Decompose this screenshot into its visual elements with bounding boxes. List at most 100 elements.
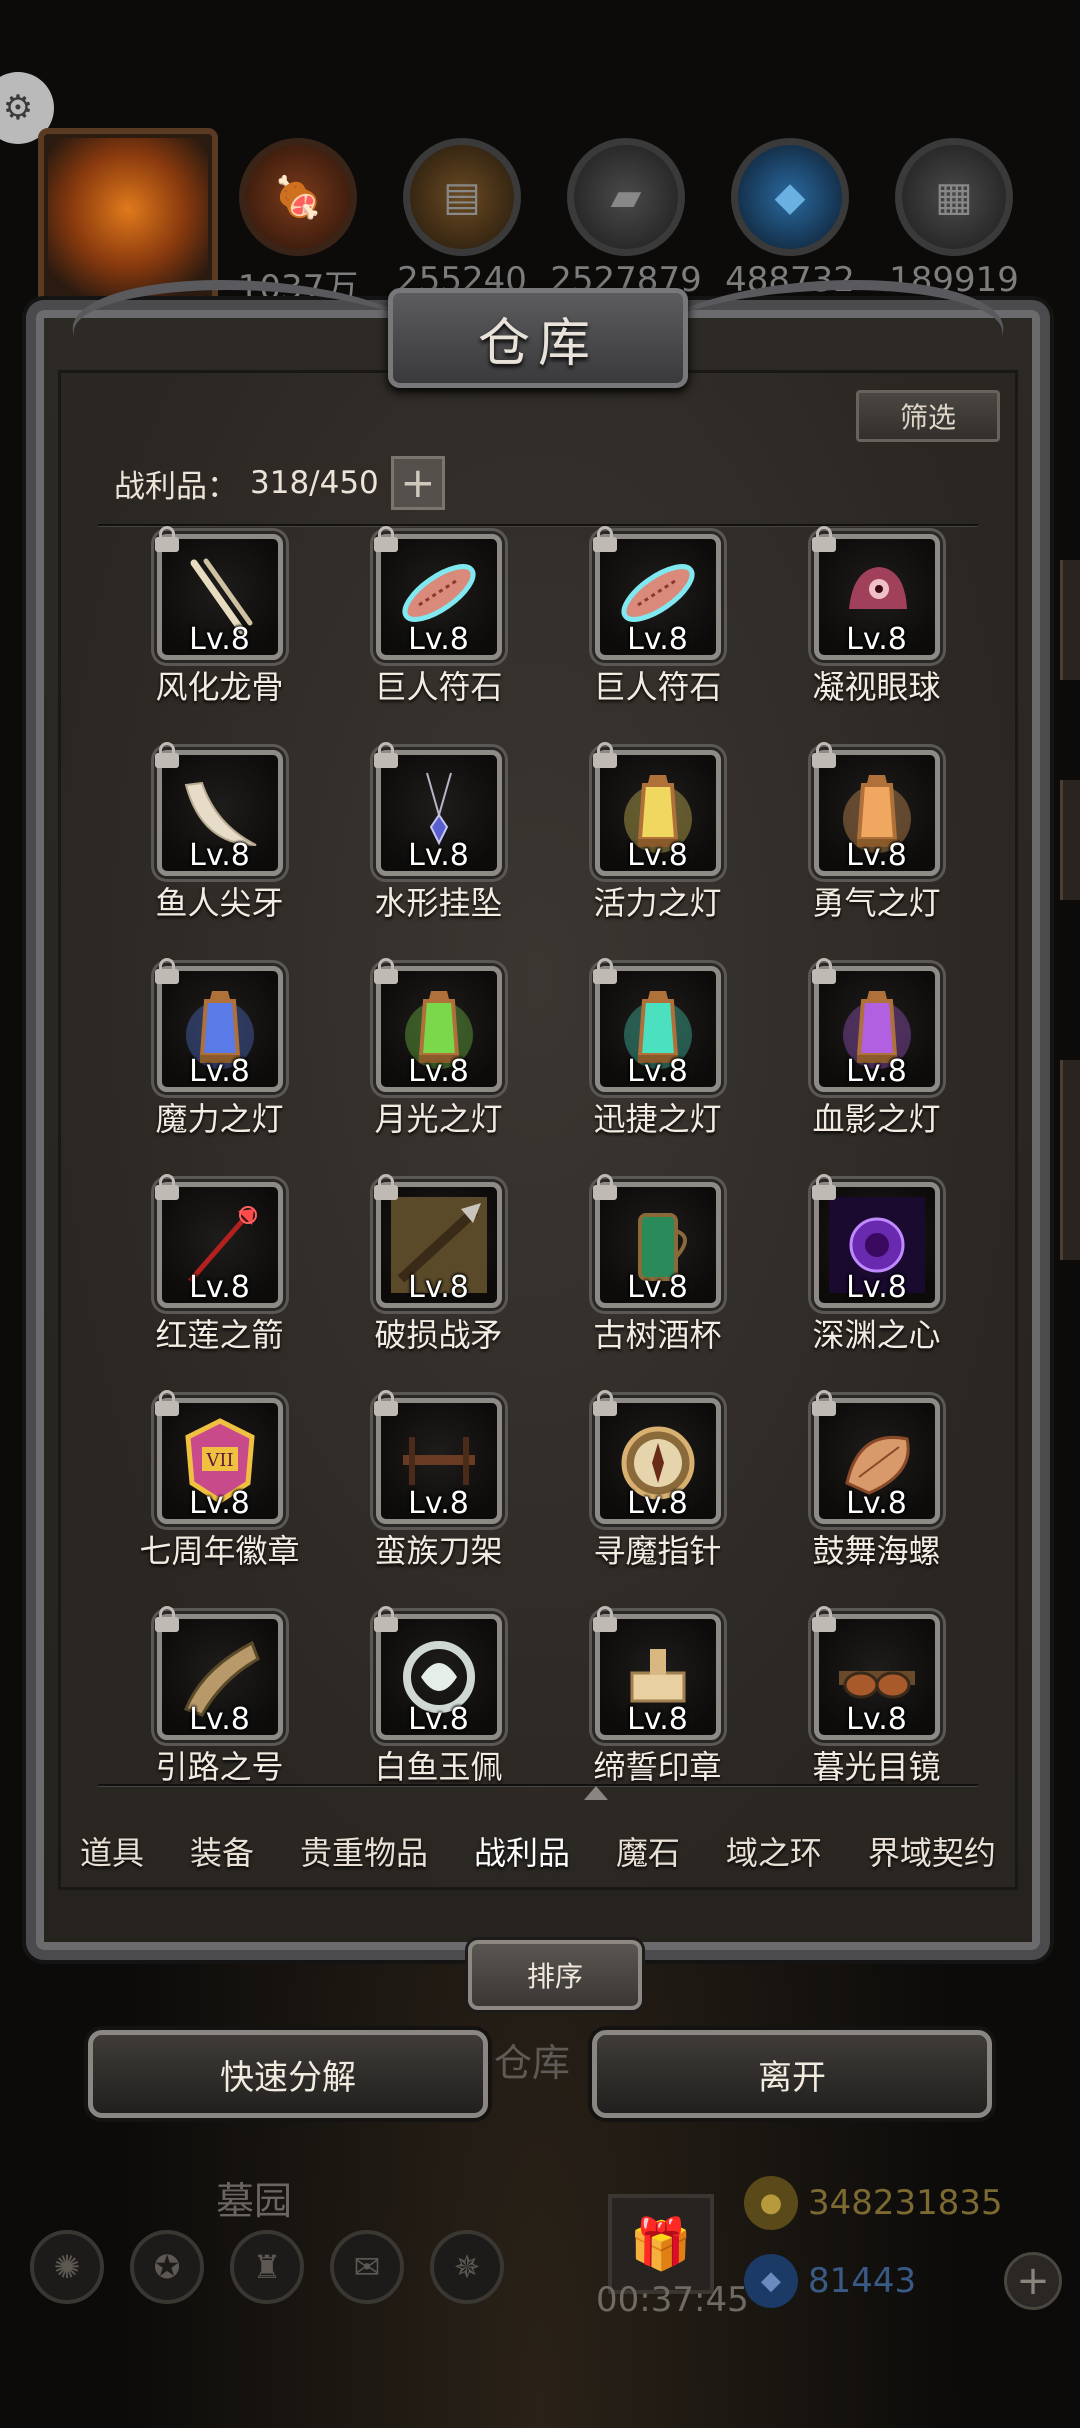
menu-round-button[interactable]: ✪: [130, 2230, 204, 2304]
loot-item[interactable]: Lv.8 古树酒杯: [548, 1174, 767, 1394]
item-slot[interactable]: Lv.8: [375, 534, 502, 660]
item-name: 引路之号: [155, 1748, 284, 1786]
item-slot[interactable]: VII Lv.8: [156, 1398, 283, 1524]
item-level: Lv.8: [189, 622, 250, 657]
loot-item[interactable]: Lv.8 魔力之灯: [110, 958, 329, 1178]
loot-item[interactable]: Lv.8 鱼人尖牙: [110, 742, 329, 962]
loot-item[interactable]: Lv.8 迅捷之灯: [548, 958, 767, 1178]
menu-round-button[interactable]: ♜: [230, 2230, 304, 2304]
mail-icon[interactable]: ✉: [330, 2230, 404, 2304]
filter-button[interactable]: 筛选: [856, 390, 1000, 442]
item-slot[interactable]: Lv.8: [594, 534, 721, 660]
item-slot[interactable]: Lv.8: [594, 966, 721, 1092]
loot-item[interactable]: Lv.8 蛮族刀架: [329, 1390, 548, 1610]
lock-icon: [811, 958, 837, 984]
item-slot[interactable]: Lv.8: [813, 750, 940, 876]
expand-capacity-button[interactable]: +: [390, 456, 445, 510]
item-slot[interactable]: Lv.8: [594, 750, 721, 876]
crystal-icon: ◆: [731, 138, 849, 256]
item-slot[interactable]: Lv.8: [375, 1398, 502, 1524]
loot-item[interactable]: Lv.8 引路之号: [110, 1606, 329, 1826]
gift-box-icon[interactable]: 🎁: [608, 2194, 714, 2294]
loot-item[interactable]: VII Lv.8 七周年徽章: [110, 1390, 329, 1610]
item-slot[interactable]: Lv.8: [813, 1614, 940, 1740]
item-slot[interactable]: Lv.8: [156, 750, 283, 876]
loot-item[interactable]: Lv.8 月光之灯: [329, 958, 548, 1178]
loot-item[interactable]: Lv.8 巨人符石: [329, 526, 548, 746]
item-level: Lv.8: [408, 1270, 469, 1305]
loot-item[interactable]: Lv.8 凝视眼球: [767, 526, 986, 746]
panel-title-plate: 仓库: [388, 288, 688, 388]
loot-item[interactable]: Lv.8 白鱼玉佩: [329, 1606, 548, 1826]
side-tab[interactable]: [1060, 560, 1080, 680]
loot-item[interactable]: Lv.8 缔誓印章: [548, 1606, 767, 1826]
item-slot[interactable]: Lv.8: [813, 1398, 940, 1524]
quick-decompose-button[interactable]: 快速分解: [88, 2030, 488, 2118]
lock-icon: [373, 742, 399, 768]
item-name: 鱼人尖牙: [155, 884, 284, 922]
loot-item[interactable]: Lv.8 寻魔指针: [548, 1390, 767, 1610]
category-tabs: 道具 装备 贵重物品 战利品 魔石 域之环 界域契约: [70, 1798, 1006, 1904]
tab-props[interactable]: 道具: [80, 1828, 144, 1874]
tab-loot[interactable]: 战利品: [474, 1828, 570, 1874]
resource-wood: ▤ 255240: [397, 138, 527, 300]
item-name: 蛮族刀架: [374, 1532, 503, 1570]
menu-round-button[interactable]: ✵: [430, 2230, 504, 2304]
item-slot[interactable]: Lv.8: [156, 966, 283, 1092]
capacity-row: 战利品： 318/450 +: [114, 456, 445, 510]
item-slot[interactable]: Lv.8: [813, 966, 940, 1092]
item-name: 巨人符石: [374, 668, 503, 706]
lock-icon: [154, 1390, 180, 1416]
item-slot[interactable]: Lv.8: [156, 534, 283, 660]
loot-item[interactable]: Lv.8 暮光目镜: [767, 1606, 986, 1826]
tab-domain-rings[interactable]: 域之环: [726, 1828, 822, 1874]
loot-item[interactable]: Lv.8 血影之灯: [767, 958, 986, 1178]
tab-equipment[interactable]: 装备: [190, 1828, 254, 1874]
item-level: Lv.8: [627, 838, 688, 873]
lock-icon: [811, 1174, 837, 1200]
tab-valuables[interactable]: 贵重物品: [300, 1828, 428, 1874]
loot-item[interactable]: Lv.8 风化龙骨: [110, 526, 329, 746]
loot-item[interactable]: Lv.8 破损战矛: [329, 1174, 548, 1394]
item-slot[interactable]: Lv.8: [375, 1182, 502, 1308]
gold-coin-icon: ●: [744, 2176, 798, 2230]
warehouse-building-label: 仓库: [494, 2041, 571, 2085]
resource-stone: ▦ 189919: [889, 138, 1019, 300]
item-slot[interactable]: Lv.8: [375, 966, 502, 1092]
item-slot[interactable]: Lv.8: [594, 1182, 721, 1308]
item-level: Lv.8: [627, 1270, 688, 1305]
item-name: 缔誓印章: [593, 1748, 722, 1786]
sort-button[interactable]: 排序: [468, 1940, 642, 2010]
loot-item[interactable]: Lv.8 活力之灯: [548, 742, 767, 962]
side-tab[interactable]: [1060, 1060, 1080, 1260]
loot-item[interactable]: Lv.8 鼓舞海螺: [767, 1390, 986, 1610]
loot-item[interactable]: Lv.8 深渊之心: [767, 1174, 986, 1394]
leave-button[interactable]: 离开: [592, 2030, 992, 2118]
item-slot[interactable]: Lv.8: [375, 750, 502, 876]
iron-icon: ▰: [567, 138, 685, 256]
item-name: 迅捷之灯: [593, 1100, 722, 1138]
loot-item[interactable]: Lv.8 巨人符石: [548, 526, 767, 746]
tab-magic-stones[interactable]: 魔石: [616, 1828, 680, 1874]
side-tab[interactable]: [1060, 780, 1080, 900]
item-slot[interactable]: Lv.8: [594, 1398, 721, 1524]
capacity-label: 战利品：: [114, 468, 238, 505]
item-name: 风化龙骨: [155, 668, 284, 706]
item-name: 月光之灯: [374, 1100, 503, 1138]
item-slot[interactable]: Lv.8: [813, 534, 940, 660]
item-slot[interactable]: Lv.8: [813, 1182, 940, 1308]
item-level: Lv.8: [627, 1486, 688, 1521]
lock-icon: [154, 1174, 180, 1200]
item-level: Lv.8: [408, 1054, 469, 1089]
item-slot[interactable]: Lv.8: [156, 1182, 283, 1308]
item-slot[interactable]: Lv.8: [375, 1614, 502, 1740]
menu-round-button[interactable]: ✺: [30, 2230, 104, 2304]
lock-icon: [373, 1390, 399, 1416]
item-slot[interactable]: Lv.8: [156, 1614, 283, 1740]
loot-item[interactable]: Lv.8 红莲之箭: [110, 1174, 329, 1394]
add-gem-button[interactable]: +: [1004, 2252, 1062, 2310]
loot-item[interactable]: Lv.8 勇气之灯: [767, 742, 986, 962]
item-slot[interactable]: Lv.8: [594, 1614, 721, 1740]
tab-realm-contracts[interactable]: 界域契约: [868, 1828, 996, 1874]
loot-item[interactable]: Lv.8 水形挂坠: [329, 742, 548, 962]
